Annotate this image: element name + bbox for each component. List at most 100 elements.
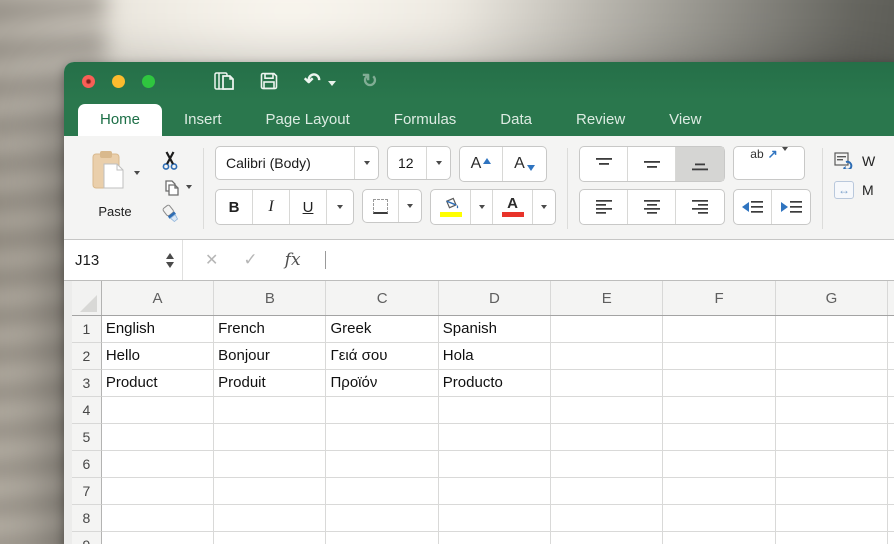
cancel-icon[interactable]: ✕ xyxy=(205,250,218,270)
align-center-button[interactable] xyxy=(628,190,676,224)
cell-G2[interactable] xyxy=(776,343,888,370)
cell-C2[interactable]: Γειά σου xyxy=(326,343,438,370)
cell-E7[interactable] xyxy=(551,478,663,505)
cell-A8[interactable] xyxy=(102,505,214,532)
cell-E4[interactable] xyxy=(551,397,663,424)
borders-button[interactable] xyxy=(363,190,399,222)
cell-B4[interactable] xyxy=(214,397,326,424)
row-header-2[interactable]: 2 xyxy=(72,343,102,370)
cell-D5[interactable] xyxy=(439,424,551,451)
cell-F6[interactable] xyxy=(663,451,775,478)
font-size-dropdown-icon[interactable] xyxy=(426,147,450,179)
tab-view[interactable]: View xyxy=(647,104,723,136)
font-color-button[interactable]: A xyxy=(493,190,533,224)
minimize-button[interactable] xyxy=(112,75,125,88)
paste-button[interactable]: Paste xyxy=(82,146,148,231)
underline-dropdown-icon[interactable] xyxy=(327,190,353,224)
cell-D2[interactable]: Hola xyxy=(439,343,551,370)
font-size-select[interactable]: 12 xyxy=(387,146,451,180)
cell-E9[interactable] xyxy=(551,532,663,544)
column-header-b[interactable]: B xyxy=(214,281,326,315)
row-header-1[interactable]: 1 xyxy=(72,316,102,343)
fullscreen-button[interactable] xyxy=(142,75,155,88)
cell-B2[interactable]: Bonjour xyxy=(214,343,326,370)
tab-insert[interactable]: Insert xyxy=(162,104,244,136)
cell-C6[interactable] xyxy=(326,451,438,478)
cell-G9[interactable] xyxy=(776,532,888,544)
cell-C4[interactable] xyxy=(326,397,438,424)
copy-button[interactable] xyxy=(161,175,192,199)
format-painter-button[interactable] xyxy=(161,201,192,225)
italic-button[interactable]: I xyxy=(253,190,290,224)
align-bottom-button[interactable] xyxy=(676,147,724,181)
cell-B5[interactable] xyxy=(214,424,326,451)
column-header-g[interactable]: G xyxy=(776,281,888,315)
cell-B1[interactable]: French xyxy=(214,316,326,343)
paste-dropdown-icon[interactable] xyxy=(134,171,140,175)
cell-C9[interactable] xyxy=(326,532,438,544)
row-header-8[interactable]: 8 xyxy=(72,505,102,532)
cell-G7[interactable] xyxy=(776,478,888,505)
cell-A5[interactable] xyxy=(102,424,214,451)
row-header-3[interactable]: 3 xyxy=(72,370,102,397)
redo-icon[interactable]: ↻ xyxy=(362,70,378,93)
bold-button[interactable]: B xyxy=(216,190,253,224)
cell-C7[interactable] xyxy=(326,478,438,505)
cell-partial-7[interactable] xyxy=(888,478,894,505)
tab-review[interactable]: Review xyxy=(554,104,647,136)
grow-font-button[interactable]: A xyxy=(460,147,503,181)
cell-F1[interactable] xyxy=(663,316,775,343)
cell-E2[interactable] xyxy=(551,343,663,370)
cell-A9[interactable] xyxy=(102,532,214,544)
increase-indent-button[interactable] xyxy=(772,190,810,224)
cell-E1[interactable] xyxy=(551,316,663,343)
cell-partial-5[interactable] xyxy=(888,424,894,451)
cell-D7[interactable] xyxy=(439,478,551,505)
tab-page-layout[interactable]: Page Layout xyxy=(244,104,372,136)
column-header-c[interactable]: C xyxy=(326,281,438,315)
cell-E3[interactable] xyxy=(551,370,663,397)
name-box[interactable]: J13 xyxy=(64,240,182,280)
cell-A1[interactable]: English xyxy=(102,316,214,343)
borders-dropdown-icon[interactable] xyxy=(399,190,421,222)
cell-F7[interactable] xyxy=(663,478,775,505)
cell-G1[interactable] xyxy=(776,316,888,343)
column-header-f[interactable]: F xyxy=(663,281,775,315)
cell-B7[interactable] xyxy=(214,478,326,505)
row-header-9[interactable]: 9 xyxy=(72,532,102,544)
fill-color-button[interactable] xyxy=(431,190,471,224)
cell-partial-8[interactable] xyxy=(888,505,894,532)
cell-B3[interactable]: Produit xyxy=(214,370,326,397)
cell-D6[interactable] xyxy=(439,451,551,478)
cell-partial-1[interactable] xyxy=(888,316,894,343)
cell-D8[interactable] xyxy=(439,505,551,532)
underline-button[interactable]: U xyxy=(290,190,327,224)
cell-B9[interactable] xyxy=(214,532,326,544)
cell-A2[interactable]: Hello xyxy=(102,343,214,370)
cell-E8[interactable] xyxy=(551,505,663,532)
cut-button[interactable] xyxy=(161,148,192,172)
font-name-select[interactable]: Calibri (Body) xyxy=(215,146,379,180)
column-header-d[interactable]: D xyxy=(439,281,551,315)
copy-dropdown-icon[interactable] xyxy=(186,185,192,189)
new-workbook-icon[interactable] xyxy=(214,72,234,90)
cell-D9[interactable] xyxy=(439,532,551,544)
cell-B6[interactable] xyxy=(214,451,326,478)
cell-F2[interactable] xyxy=(663,343,775,370)
wrap-text-button[interactable]: W xyxy=(834,152,875,169)
row-header-4[interactable]: 4 xyxy=(72,397,102,424)
align-middle-button[interactable] xyxy=(628,147,676,181)
decrease-indent-button[interactable] xyxy=(734,190,772,224)
cell-G4[interactable] xyxy=(776,397,888,424)
tab-home[interactable]: Home xyxy=(78,104,162,136)
formula-input[interactable] xyxy=(301,240,894,280)
cell-C8[interactable] xyxy=(326,505,438,532)
undo-dropdown-icon[interactable] xyxy=(328,81,336,86)
cell-D4[interactable] xyxy=(439,397,551,424)
cell-D3[interactable]: Producto xyxy=(439,370,551,397)
column-header-partial[interactable] xyxy=(888,281,894,315)
cell-partial-2[interactable] xyxy=(888,343,894,370)
cell-G5[interactable] xyxy=(776,424,888,451)
cell-E5[interactable] xyxy=(551,424,663,451)
cell-A3[interactable]: Product xyxy=(102,370,214,397)
